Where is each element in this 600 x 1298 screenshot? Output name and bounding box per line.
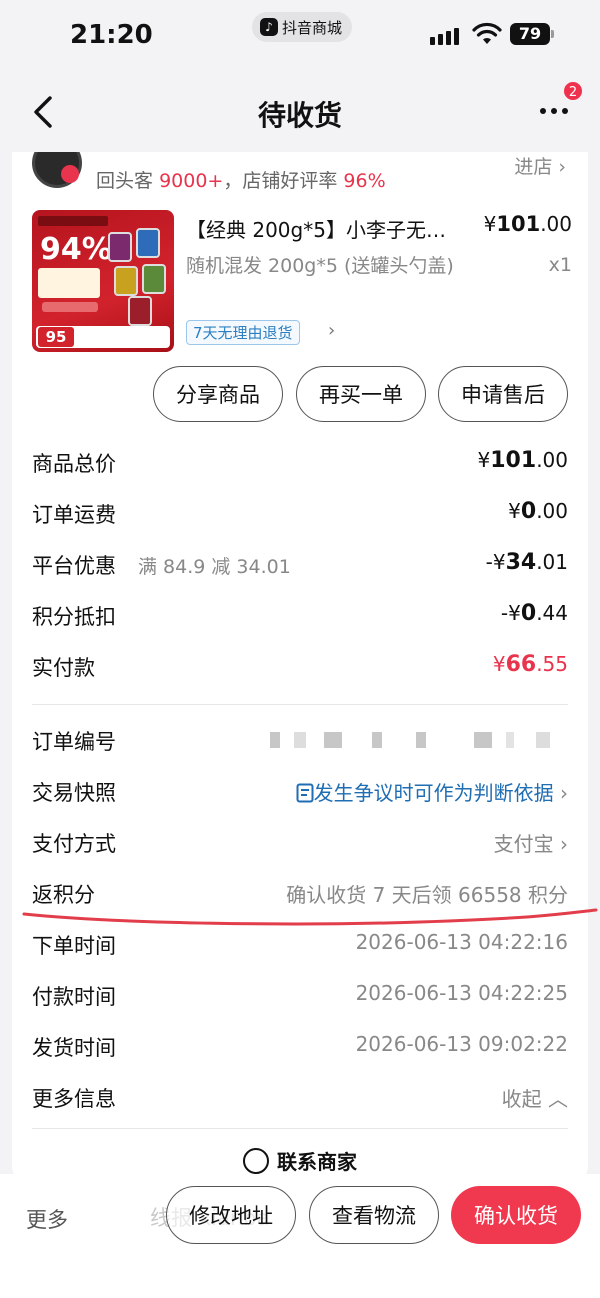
return-policy-tag[interactable]: 7天无理由退货 — [186, 320, 300, 345]
app-indicator-pill[interactable]: ♪ 抖音商城 — [252, 12, 353, 42]
chevron-right-icon: › — [560, 781, 568, 805]
battery-icon: 79 — [510, 23, 550, 45]
price-value: ¥101.00 — [477, 448, 568, 473]
chevron-up-icon: ︿ — [548, 1087, 568, 1111]
chevron-right-icon: › — [558, 156, 566, 178]
trade-snapshot-row[interactable]: 交易快照 发生争议时可作为判断依据 › — [32, 775, 568, 811]
order-detail-card: 回头客 9000+，店铺好评率 96% 进店 › 94% 95 【经典 200g… — [12, 152, 588, 1182]
paid-amount: ¥66.55 — [492, 652, 568, 677]
payment-time-row: 付款时间 2026-06-13 04:22:25 — [32, 981, 568, 1009]
product-quantity: x1 — [548, 254, 572, 276]
enter-shop-link[interactable]: 进店 › — [514, 152, 566, 179]
product-price: ¥101.00 — [483, 212, 572, 236]
shop-stats: 回头客 9000+，店铺好评率 96% — [96, 170, 386, 192]
status-bar: 21:20 ♪ 抖音商城 79 — [0, 0, 600, 72]
price-row-shipping: 订单运费 ¥0.00 — [32, 499, 568, 527]
order-number-row: 订单编号 — [32, 724, 568, 760]
share-product-button[interactable]: 分享商品 — [153, 366, 283, 422]
chat-smile-icon — [243, 1148, 269, 1174]
product-image[interactable]: 94% 95 — [32, 210, 174, 352]
shop-row[interactable]: 回头客 9000+，店铺好评率 96% 进店 › — [12, 152, 588, 198]
divider — [32, 704, 568, 705]
product-spec: 随机混发 200g*5 (送罐头勺盖) — [186, 255, 454, 277]
order-time-row: 下单时间 2026-06-13 04:22:16 — [32, 930, 568, 958]
more-options-button[interactable]: 2 — [534, 80, 584, 130]
modify-address-button[interactable]: 修改地址 — [166, 1186, 296, 1244]
price-row-total: 商品总价 ¥101.00 — [32, 448, 568, 476]
price-value: -¥34.01 — [485, 550, 568, 575]
payment-method-row[interactable]: 支付方式 支付宝 › — [32, 826, 568, 862]
battery-tip — [551, 30, 554, 38]
notification-badge: 2 — [562, 80, 584, 102]
highlight-underline — [22, 908, 598, 926]
bottom-action-bar: 更多 线报 xianba 修改地址 查看物流 确认收货 — [0, 1174, 600, 1298]
product-actions: 分享商品 再买一单 申请售后 — [12, 366, 588, 422]
discount-rule: 满 84.9 减 34.01 — [138, 556, 291, 578]
cellular-signal-icon — [430, 28, 459, 45]
price-row-paid: 实付款 ¥66.55 — [32, 652, 568, 680]
redacted-order-number — [268, 732, 568, 750]
price-value: ¥0.00 — [508, 499, 568, 524]
more-actions-link[interactable]: 更多 — [26, 1204, 68, 1234]
product-item[interactable]: 94% 95 【经典 200g*5】小李子无… ¥101.00 随机混发 200… — [32, 210, 572, 352]
page-title: 待收货 — [257, 99, 342, 132]
chevron-right-icon[interactable]: › — [328, 320, 335, 341]
more-dots-icon — [540, 108, 568, 114]
snapshot-link[interactable]: 发生争议时可作为判断依据 › — [296, 777, 568, 806]
status-time: 21:20 — [70, 20, 153, 50]
confirm-receipt-button[interactable]: 确认收货 — [451, 1186, 581, 1244]
apply-after-sale-button[interactable]: 申请售后 — [438, 366, 568, 422]
nav-bar: 待收货 2 — [0, 72, 600, 152]
product-title[interactable]: 【经典 200g*5】小李子无… — [186, 214, 476, 243]
chevron-right-icon: › — [560, 832, 568, 856]
price-value: -¥0.44 — [500, 601, 568, 626]
price-row-points: 积分抵扣 -¥0.44 — [32, 601, 568, 629]
view-logistics-button[interactable]: 查看物流 — [309, 1186, 439, 1244]
image-percent-text: 94% — [40, 232, 112, 267]
document-icon — [296, 783, 314, 803]
image-badge-number: 95 — [38, 327, 74, 347]
price-row-discount: 平台优惠 满 84.9 减 34.01 -¥34.01 — [32, 550, 568, 578]
wifi-icon — [472, 22, 502, 44]
app-name: 抖音商城 — [282, 18, 343, 37]
buy-again-button[interactable]: 再买一单 — [296, 366, 426, 422]
divider — [32, 1128, 568, 1129]
shop-avatar[interactable] — [32, 152, 82, 188]
douyin-logo-icon: ♪ — [260, 18, 278, 36]
shipping-time-row: 发货时间 2026-06-13 09:02:22 — [32, 1032, 568, 1060]
more-info-row[interactable]: 更多信息 收起 ︿ — [32, 1081, 568, 1117]
contact-seller-button[interactable]: 联系商家 — [12, 1146, 588, 1175]
